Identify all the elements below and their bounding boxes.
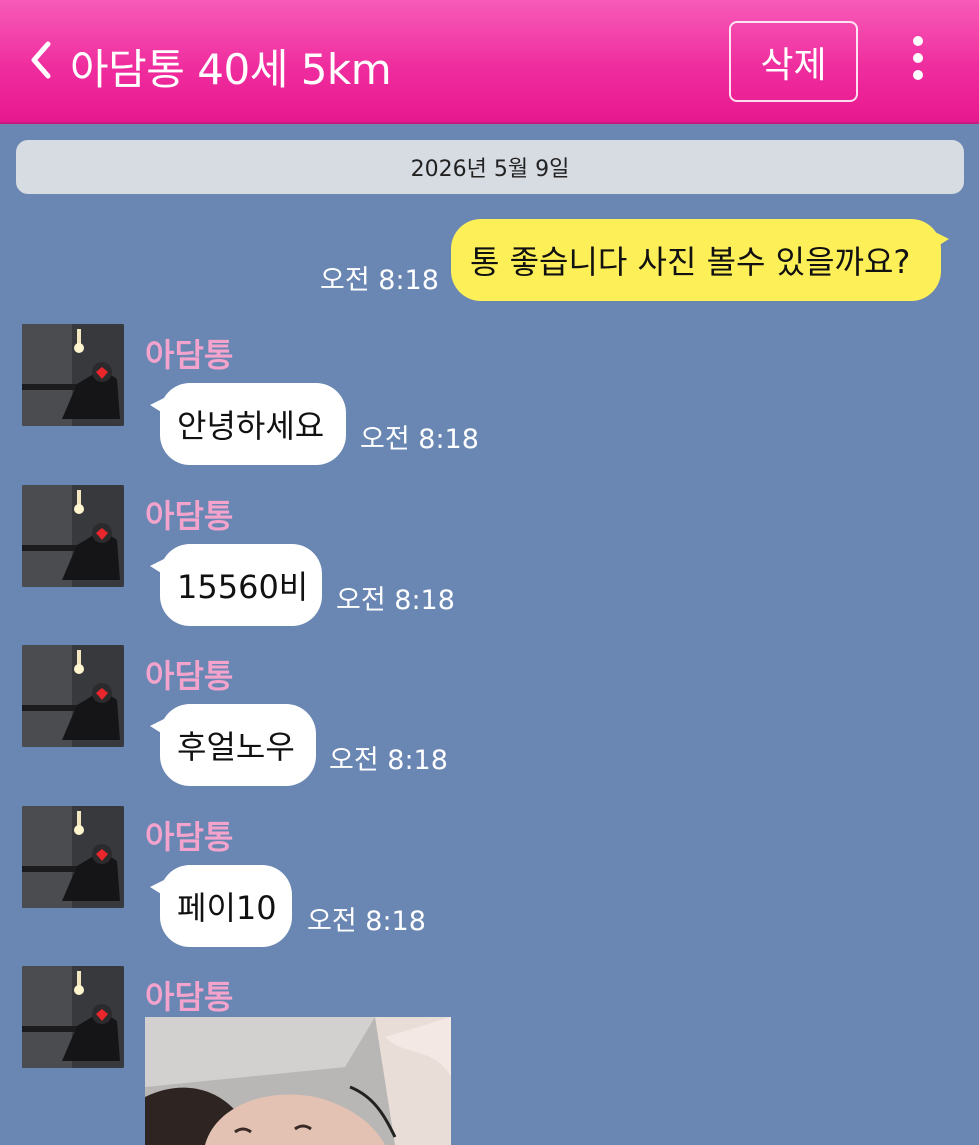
incoming-message-bubble[interactable]: 후얼노우 (150, 704, 316, 786)
profile-photo (22, 966, 124, 1068)
avatar[interactable] (22, 645, 124, 747)
chevron-left-icon (31, 41, 51, 79)
chat-header: 아담통 40세 5km 삭제 (0, 0, 979, 124)
incoming-message-bubble[interactable]: 페이10 (150, 865, 292, 947)
avatar[interactable] (22, 966, 124, 1068)
message-time: 오전 8:18 (320, 265, 439, 296)
more-vertical-icon (902, 36, 934, 80)
outgoing-message-bubble[interactable]: 통 좋습니다 사진 볼수 있을까요? (451, 219, 949, 301)
message-time: 오전 8:18 (307, 906, 426, 937)
avatar[interactable] (22, 485, 124, 587)
avatar[interactable] (22, 806, 124, 908)
sender-name: 아담통 (145, 497, 234, 535)
message-time: 오전 8:18 (336, 585, 455, 616)
photo-thumbnail (145, 1017, 451, 1145)
more-options-button[interactable] (902, 36, 934, 86)
sender-name: 아담통 (145, 978, 234, 1016)
profile-photo (22, 324, 124, 426)
profile-photo (22, 485, 124, 587)
back-button[interactable] (26, 38, 56, 82)
image-message[interactable] (145, 1017, 451, 1145)
message-time: 오전 8:18 (329, 745, 448, 776)
incoming-message-bubble[interactable]: 안녕하세요 (150, 383, 346, 465)
sender-name: 아담통 (145, 336, 234, 374)
date-divider: 2026년 5월 9일 (16, 140, 964, 194)
chat-title: 아담통 40세 5km (70, 45, 392, 94)
sender-name: 아담통 (145, 657, 234, 695)
avatar[interactable] (22, 324, 124, 426)
incoming-message-bubble[interactable]: 15560비 (150, 544, 322, 626)
delete-button[interactable]: 삭제 (729, 21, 858, 102)
profile-photo (22, 806, 124, 908)
profile-photo (22, 645, 124, 747)
message-time: 오전 8:18 (360, 424, 479, 455)
sender-name: 아담통 (145, 818, 234, 856)
